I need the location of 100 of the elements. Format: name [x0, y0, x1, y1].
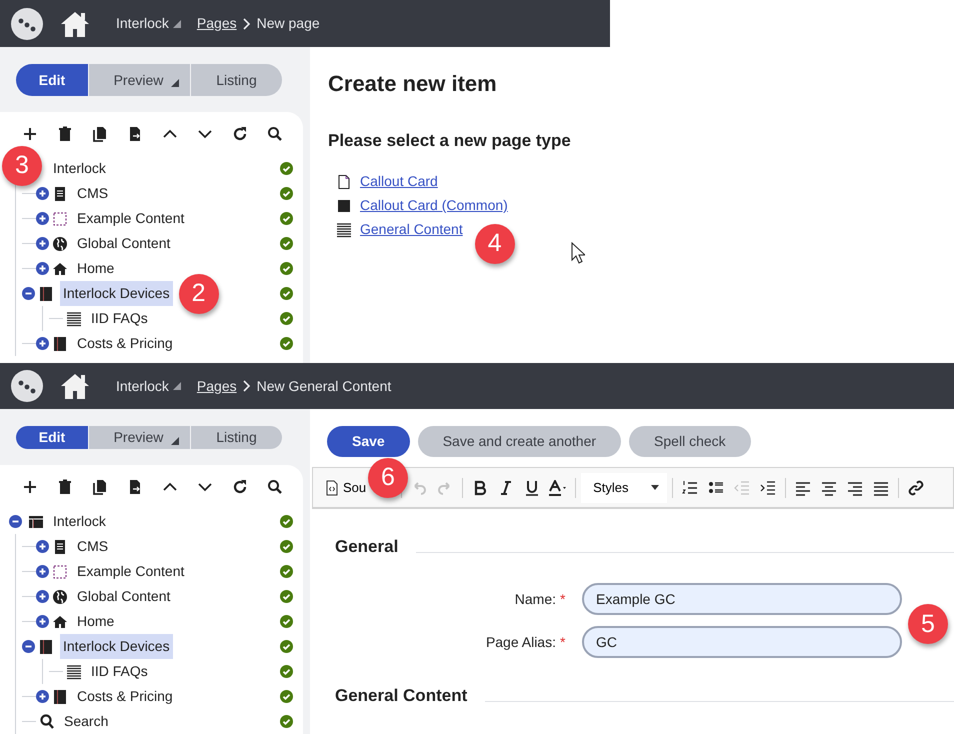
- justify-icon[interactable]: [873, 480, 890, 496]
- tree-item[interactable]: Global Content: [74, 584, 174, 609]
- copy-icon[interactable]: [92, 479, 108, 495]
- text-field[interactable]: GC: [582, 626, 902, 658]
- mode-tab[interactable]: Preview: [89, 426, 190, 449]
- add-icon[interactable]: [22, 126, 38, 142]
- mode-tab[interactable]: Edit: [16, 426, 88, 449]
- page-icon: [52, 538, 68, 554]
- trash-icon[interactable]: [56, 479, 72, 495]
- tree-item[interactable]: Costs & Pricing: [74, 684, 176, 709]
- tree-item[interactable]: Interlock Devices: [60, 281, 173, 306]
- bullet-list-icon[interactable]: [708, 480, 724, 496]
- page-icon: [52, 186, 68, 202]
- required-mark: *: [560, 632, 566, 652]
- bold-icon[interactable]: [472, 480, 488, 496]
- action-button[interactable]: Save: [327, 426, 410, 457]
- breadcrumb-link[interactable]: Pages: [196, 376, 237, 396]
- callout-number: 5: [908, 604, 948, 644]
- home-icon: [52, 260, 68, 276]
- tree-item[interactable]: Interlock: [50, 509, 109, 534]
- tree-item[interactable]: Home: [74, 609, 118, 634]
- book-icon: [52, 688, 68, 704]
- expand-toggle[interactable]: [36, 690, 49, 703]
- logo-icon[interactable]: [10, 369, 44, 403]
- page-type-link[interactable]: General Content: [360, 219, 463, 240]
- tree-item[interactable]: Example Content: [74, 206, 188, 231]
- align-right-icon[interactable]: [847, 480, 864, 496]
- expand-toggle[interactable]: [36, 590, 49, 603]
- action-button[interactable]: Spell check: [629, 426, 751, 457]
- logo-icon[interactable]: [10, 6, 44, 40]
- tree-item[interactable]: Interlock Devices: [60, 634, 173, 659]
- home-icon[interactable]: [60, 372, 90, 400]
- mode-tab[interactable]: Preview: [89, 64, 190, 96]
- book-icon: [38, 286, 54, 302]
- source-button[interactable]: Sou: [321, 478, 370, 498]
- caret-icon: [171, 79, 180, 87]
- action-button[interactable]: Save and create another: [418, 426, 622, 457]
- mode-tab[interactable]: Edit: [16, 64, 88, 96]
- page-type-link[interactable]: Callout Card (Common): [360, 195, 508, 216]
- home-icon[interactable]: [60, 10, 90, 38]
- site-selector[interactable]: Interlock: [116, 13, 181, 34]
- table-icon: [28, 514, 44, 530]
- link-icon[interactable]: [908, 480, 924, 496]
- search-icon: [39, 714, 55, 730]
- styles-dropdown[interactable]: Styles: [581, 472, 668, 502]
- dotted-square-icon: [52, 564, 68, 580]
- text-field[interactable]: Example GC: [582, 583, 902, 616]
- expand-toggle[interactable]: [36, 615, 49, 628]
- align-center-icon[interactable]: [821, 480, 838, 496]
- field-label: Name:: [514, 590, 557, 609]
- mode-tab[interactable]: Listing: [191, 64, 282, 96]
- expand-toggle[interactable]: [36, 212, 49, 225]
- caret-icon: [171, 436, 180, 444]
- indent-icon[interactable]: [760, 480, 776, 496]
- text-color-icon[interactable]: [548, 480, 568, 496]
- numbered-list-icon[interactable]: [682, 480, 698, 496]
- expand-toggle[interactable]: [36, 540, 49, 553]
- text-lines-icon: [66, 310, 82, 326]
- expand-toggle[interactable]: [36, 187, 49, 200]
- collapse-toggle[interactable]: [22, 640, 35, 653]
- section-heading: General: [335, 537, 398, 558]
- expand-toggle[interactable]: [36, 337, 49, 350]
- refresh-icon[interactable]: [232, 479, 248, 495]
- page-type-link[interactable]: Callout Card: [360, 171, 438, 192]
- tree-item[interactable]: Costs & Pricing: [74, 331, 176, 356]
- collapse-toggle[interactable]: [9, 515, 22, 528]
- mode-tab[interactable]: Listing: [191, 426, 282, 449]
- globe-icon: [52, 588, 68, 604]
- expand-toggle[interactable]: [36, 237, 49, 250]
- book-icon: [38, 638, 54, 654]
- tree-item[interactable]: IID FAQs: [88, 659, 151, 684]
- tree-item[interactable]: Global Content: [74, 231, 174, 256]
- tree-item[interactable]: Interlock: [50, 156, 109, 181]
- trash-icon[interactable]: [56, 126, 72, 142]
- tree-item[interactable]: CMS: [74, 534, 112, 559]
- align-left-icon[interactable]: [795, 480, 812, 496]
- expand-toggle[interactable]: [36, 565, 49, 578]
- tree-item[interactable]: IID FAQs: [88, 306, 151, 331]
- collapse-toggle[interactable]: [22, 287, 35, 300]
- home-icon: [52, 614, 68, 630]
- tree-item[interactable]: Example Content: [74, 559, 188, 584]
- tree-item[interactable]: Search: [61, 709, 112, 734]
- tree-item[interactable]: CMS: [74, 181, 112, 206]
- mouse-cursor-icon: [571, 242, 585, 264]
- breadcrumb-link[interactable]: Pages: [196, 13, 237, 34]
- copy-icon[interactable]: [92, 126, 108, 142]
- underline-icon[interactable]: [524, 480, 540, 496]
- expand-toggle[interactable]: [36, 262, 49, 275]
- caret-icon: [172, 20, 181, 28]
- site-selector[interactable]: Interlock: [116, 376, 181, 396]
- caret-icon: [651, 485, 660, 490]
- chevron-icon: [240, 379, 253, 393]
- add-icon[interactable]: [22, 479, 38, 495]
- field-label: Page Alias:: [484, 632, 557, 652]
- search-icon[interactable]: [266, 126, 282, 142]
- breadcrumb-current: New General Content: [256, 376, 392, 396]
- tree-item[interactable]: Home: [74, 256, 118, 281]
- refresh-icon[interactable]: [232, 126, 248, 142]
- callout-number: 2: [178, 274, 219, 314]
- search-icon[interactable]: [266, 479, 282, 495]
